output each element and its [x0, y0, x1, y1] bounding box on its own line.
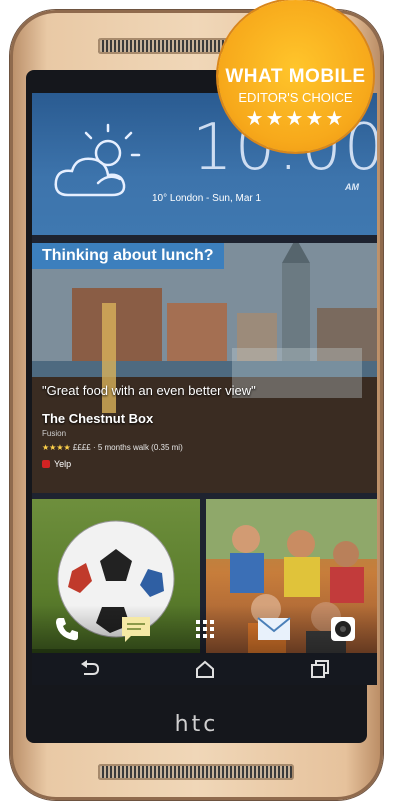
feed-source[interactable]: Yelp [42, 459, 71, 469]
brand-logo: htc [174, 712, 219, 737]
recents-icon [310, 660, 329, 678]
yelp-icon [42, 460, 50, 468]
app-dock [32, 605, 377, 653]
venue-cuisine: Fusion [42, 429, 67, 438]
partly-cloudy-icon [54, 123, 141, 197]
back-icon [80, 660, 99, 675]
feed-card-title: Thinking about lunch? [32, 243, 224, 269]
recents-button[interactable] [300, 655, 340, 683]
award-title: EDITOR'S CHOICE [238, 90, 353, 105]
app-drawer-icon [195, 620, 214, 638]
bottom-speaker-grill [98, 764, 294, 780]
phone-app[interactable] [47, 612, 87, 646]
camera-app[interactable] [323, 612, 363, 646]
review-quote: "Great food with an even better view" [42, 383, 256, 398]
messages-app[interactable] [116, 612, 156, 646]
award-badge: WHAT MOBILE EDITOR'S CHOICE ★★★★★ [218, 0, 373, 152]
home-icon [195, 660, 214, 678]
venue-meta: ★★★★ ££££ · 5 months walk (0.35 mi) [42, 443, 183, 452]
messages-icon [121, 617, 150, 642]
award-publication: WHAT MOBILE [225, 66, 366, 87]
feed-card-lunch[interactable]: Thinking about lunch? "Great food with a… [32, 243, 377, 493]
weather-location-date: 10° London - Sun, Mar 1 [152, 193, 262, 204]
feed-source-label: Yelp [54, 459, 72, 469]
navigation-bar [32, 653, 377, 685]
clock-ampm: AM [345, 182, 359, 192]
rating-stars: ★★★★ [42, 443, 71, 452]
app-drawer[interactable] [185, 612, 225, 646]
mail-app[interactable] [254, 612, 294, 646]
back-button[interactable] [70, 655, 110, 683]
canal-city-photo [32, 243, 377, 493]
home-button[interactable] [185, 655, 225, 683]
phone-icon [55, 618, 78, 641]
venue-name[interactable]: The Chestnut Box [42, 411, 153, 426]
price-distance: ££££ · 5 months walk (0.35 mi) [72, 443, 183, 452]
home-screen: 10:00 AM 10° London - Sun, Mar 1 Thinkin… [32, 93, 377, 685]
award-stars: ★★★★★ [245, 108, 346, 130]
mail-icon [256, 617, 291, 640]
camera-icon [330, 617, 355, 641]
